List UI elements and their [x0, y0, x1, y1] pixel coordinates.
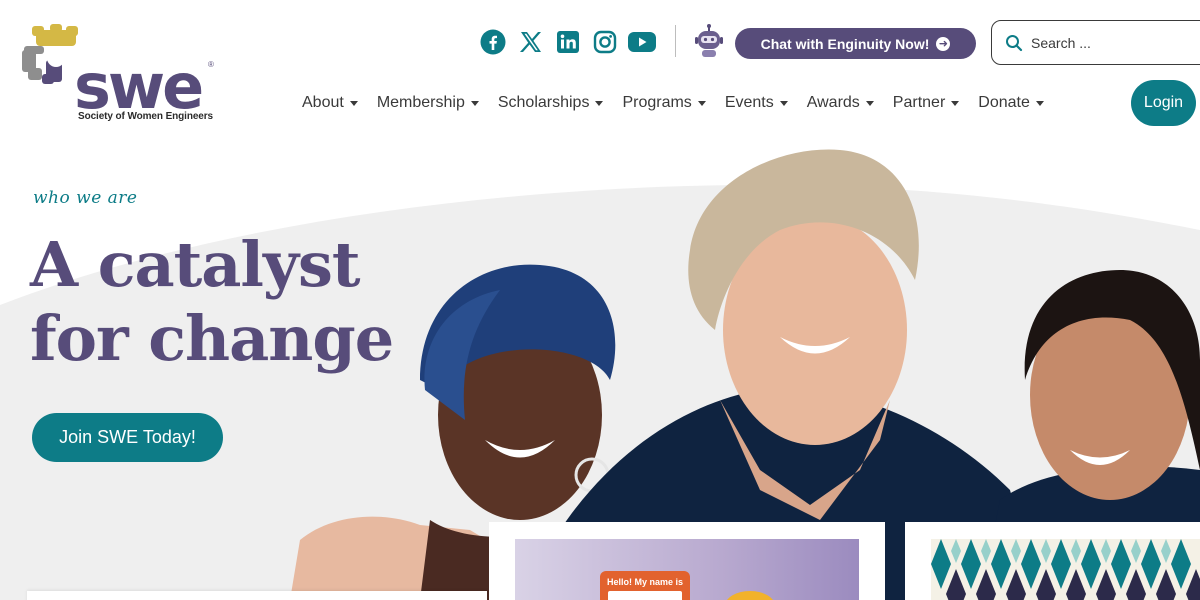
nav-label: Events	[724, 94, 774, 111]
card-image	[931, 539, 1200, 600]
caret-down-icon	[779, 101, 788, 106]
nav-label: Programs	[622, 94, 692, 111]
caret-down-icon	[865, 101, 874, 106]
chat-button-label: Chat with Enginuity Now!	[760, 35, 930, 52]
nav-item-donate[interactable]: Donate	[978, 92, 1044, 114]
nav-label: Membership	[376, 94, 465, 111]
nav-label: About	[302, 94, 344, 111]
main-nav: About Membership Scholarships Programs E…	[302, 92, 1063, 114]
nav-item-programs[interactable]: Programs	[622, 92, 706, 114]
linkedin-icon[interactable]	[555, 29, 581, 55]
feature-card[interactable]	[905, 522, 1200, 600]
join-swe-button[interactable]: Join SWE Today!	[32, 413, 223, 462]
header-divider	[675, 25, 676, 57]
nav-label: Scholarships	[497, 94, 590, 111]
hero-headline: A catalyst for change	[30, 228, 394, 375]
caret-down-icon	[595, 101, 604, 106]
nav-label: Donate	[978, 94, 1030, 111]
nav-item-about[interactable]: About	[302, 92, 358, 114]
enginuity-robot-icon[interactable]	[694, 24, 724, 58]
nav-item-events[interactable]: Events	[725, 92, 788, 114]
nav-label: Awards	[806, 94, 860, 111]
search-box[interactable]	[991, 20, 1200, 65]
chat-with-enginuity-button[interactable]: Chat with Enginuity Now! ➜	[735, 28, 976, 59]
feature-card[interactable]	[27, 591, 487, 600]
name-tag: Hello! My name is	[600, 571, 690, 600]
caret-down-icon	[951, 101, 960, 106]
nav-label: Partner	[892, 94, 946, 111]
swe-logo[interactable]: swe ® Society of Women Engineers	[20, 24, 225, 128]
search-input[interactable]	[1031, 34, 1181, 51]
nav-item-scholarships[interactable]: Scholarships	[498, 92, 604, 114]
name-tag-blank	[608, 591, 682, 600]
instagram-icon[interactable]	[592, 29, 618, 55]
argyle-pattern	[931, 539, 1200, 600]
nav-item-membership[interactable]: Membership	[377, 92, 479, 114]
nav-item-partner[interactable]: Partner	[892, 92, 960, 114]
name-tag-label: Hello! My name is	[606, 577, 684, 587]
logo-subtitle: Society of Women Engineers	[78, 111, 214, 122]
youtube-icon[interactable]	[628, 29, 656, 55]
caret-down-icon	[349, 101, 358, 106]
login-button[interactable]: Login	[1131, 80, 1196, 126]
caret-down-icon	[697, 101, 706, 106]
card-decoration	[725, 591, 775, 600]
caret-down-icon	[470, 101, 479, 106]
facebook-icon[interactable]	[480, 29, 506, 55]
hero-eyebrow: who we are	[33, 188, 138, 208]
search-icon[interactable]	[1005, 34, 1023, 52]
nav-item-awards[interactable]: Awards	[807, 92, 874, 114]
arrow-right-icon: ➜	[936, 36, 951, 51]
logo-registered-mark: ®	[208, 60, 214, 69]
logo-wordmark: swe	[74, 50, 204, 123]
caret-down-icon	[1035, 101, 1044, 106]
x-icon[interactable]	[518, 29, 544, 55]
feature-card[interactable]: Hello! My name is	[489, 522, 885, 600]
card-image: Hello! My name is	[515, 539, 859, 600]
